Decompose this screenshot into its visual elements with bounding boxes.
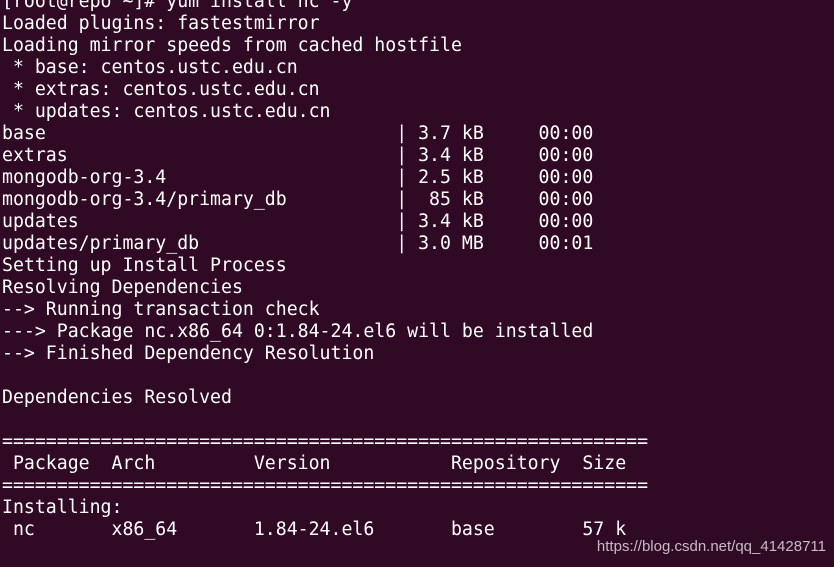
terminal-line: * base: centos.ustc.edu.cn [2, 57, 298, 78]
separator-line: ========================================… [2, 475, 649, 496]
terminal-line: Dependencies Resolved [2, 387, 232, 408]
repo-status-line: extras | 3.4 kB 00:00 [2, 145, 594, 166]
watermark-text: https://blog.csdn.net/qq_41428711 [596, 538, 826, 555]
terminal-line: --> Running transaction check [2, 299, 320, 320]
table-header-line: Package Arch Version Repository Size [2, 453, 627, 474]
terminal-line: Loading mirror speeds from cached hostfi… [2, 35, 462, 56]
repo-status-line: mongodb-org-3.4/primary_db | 85 kB 00:00 [2, 189, 594, 210]
terminal-line: * extras: centos.ustc.edu.cn [2, 79, 320, 100]
terminal-line: Installing: [2, 497, 123, 518]
repo-status-line: base | 3.7 kB 00:00 [2, 123, 594, 144]
terminal-line: * updates: centos.ustc.edu.cn [2, 101, 331, 122]
terminal-line: Loaded plugins: fastestmirror [2, 13, 320, 34]
terminal-window[interactable]: [root@repo ~]# yum install nc -y Loaded … [0, 0, 834, 567]
terminal-output: [root@repo ~]# yum install nc -y Loaded … [2, 0, 648, 541]
repo-status-line: updates/primary_db | 3.0 MB 00:01 [2, 233, 594, 254]
terminal-line: ---> Package nc.x86_64 0:1.84-24.el6 wil… [2, 321, 594, 342]
terminal-line: --> Finished Dependency Resolution [2, 343, 375, 364]
separator-line: ========================================… [2, 431, 649, 452]
repo-status-line: updates | 3.4 kB 00:00 [2, 211, 594, 232]
terminal-line-command: [root@repo ~]# yum install nc -y [2, 0, 353, 12]
repo-status-line: mongodb-org-3.4 | 2.5 kB 00:00 [2, 167, 594, 188]
terminal-line: Resolving Dependencies [2, 277, 243, 298]
table-row-line: nc x86_64 1.84-24.el6 base 57 k [2, 519, 627, 540]
terminal-line: Setting up Install Process [2, 255, 287, 276]
